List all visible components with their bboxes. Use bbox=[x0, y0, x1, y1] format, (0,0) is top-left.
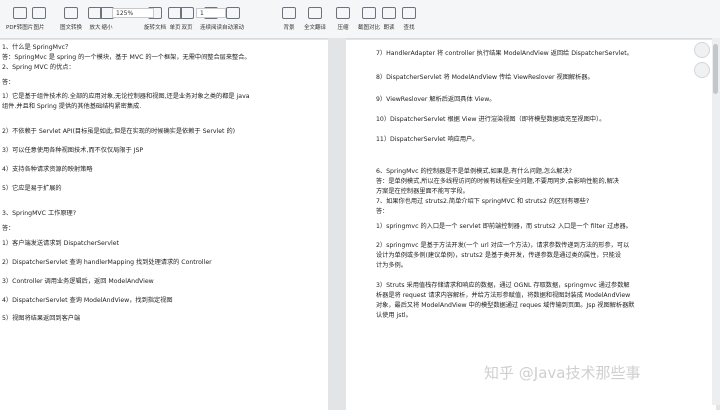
right-page-line: 方案是在控制器里面不能写字段。 bbox=[376, 188, 469, 195]
to-image-icon bbox=[32, 7, 46, 19]
left-page-line: 组件.并且和 Spring 提供的其他基础结构紧密集成. bbox=[2, 103, 142, 110]
left-page: 1、什么是 SpringMvc？ 答：SpringMvc 是 spring 的一个… bbox=[0, 40, 328, 410]
left-page-line: 4）DispatcherServlet 查询 ModelAndView，找到指定… bbox=[2, 297, 173, 304]
right-page-line: 对象，最后又将 ModelAndView 中的模型数据通过 reques 域传输… bbox=[376, 302, 635, 309]
toolbar-button-screenshot[interactable]: 截图对比 bbox=[358, 3, 380, 35]
right-page-line: 计为多例。 bbox=[376, 262, 407, 269]
right-page-line: 认使用 jstl。 bbox=[376, 312, 412, 319]
toolbar-button-label: 截图对比 bbox=[358, 25, 381, 31]
right-page-line: 11）DispatcherServlet 响应用户。 bbox=[376, 136, 479, 143]
toolbar-button-ocr[interactable]: 图文转换 bbox=[60, 3, 82, 35]
left-page-line: 5）它应是易于扩展的 bbox=[2, 185, 62, 192]
toolbar-button-label: 连续阅读 bbox=[200, 25, 223, 31]
screenshot-icon bbox=[362, 7, 376, 19]
toolbar-button-label: 全文翻译 bbox=[304, 25, 327, 31]
right-page-line: 答： bbox=[376, 208, 389, 215]
page-number-input[interactable]: 1 bbox=[196, 8, 226, 18]
right-page-line: 3）Struts 采用值栈存储请求和响应的数据，通过 OGNL 存取数据，spr… bbox=[376, 282, 630, 289]
right-page-line: 2）springmvc 是基于方法开发(一个 url 对应一个方法)，请求参数传… bbox=[376, 242, 630, 249]
toolbar-button-label: PDF转图片 bbox=[6, 25, 34, 31]
left-page-line: 4）支持各种请求资源的映射策略 bbox=[2, 166, 93, 173]
toolbar-button-label: 放大 bbox=[89, 25, 101, 31]
right-page-line: 10）DispatcherServlet 根据 View 进行渲染视图（即将模型… bbox=[376, 116, 606, 123]
double-icon bbox=[180, 7, 194, 19]
toolbar-button-label: 背景 bbox=[283, 25, 295, 31]
left-page-line: 3）Controller 调用业务逻辑后，返回 ModelAndView bbox=[2, 278, 154, 285]
toolbar-button-to-image[interactable]: 图片 bbox=[32, 3, 46, 35]
right-page: 7）HandlerAdapter 将 controller 执行结果 Model… bbox=[346, 40, 716, 410]
toolbar-button-label: 自动滚动 bbox=[222, 25, 245, 31]
compress-icon bbox=[336, 7, 350, 19]
toolbar-button-background[interactable]: 背景 bbox=[282, 3, 296, 35]
expand-icon[interactable] bbox=[694, 42, 710, 58]
ocr-icon bbox=[64, 7, 78, 19]
toolbar-button-label: 双页 bbox=[181, 25, 193, 31]
toolbar-button-label: 旋转文档 bbox=[144, 25, 167, 31]
right-page-line: 1）springmvc 的入口是一个 servlet 即前端控制器，而 stru… bbox=[376, 223, 632, 230]
toolbar-button-translate[interactable]: 全文翻译 bbox=[304, 3, 326, 35]
toolbar-button-pdf-to-word[interactable]: PDF转图片 bbox=[6, 3, 33, 35]
left-page-line: 答：SpringMvc 是 spring 的一个模块，基于 MVC 的一个框架，… bbox=[2, 54, 251, 61]
toolbar-button-compress[interactable]: 压缩 bbox=[336, 3, 350, 35]
left-page-line: 1、什么是 SpringMvc？ bbox=[2, 44, 72, 51]
right-page-line: 7、如果你也用过 struts2.简单介绍下 springMVC 和 strut… bbox=[376, 198, 590, 205]
toolbar-button-label: 查找 bbox=[403, 25, 415, 31]
left-page-line: 2）DispatcherServlet 查询 handlerMapping 找到… bbox=[2, 259, 212, 266]
left-page-line: 答： bbox=[2, 225, 15, 232]
left-page-line: 2）不依赖于 Servlet API(目标虽是如此,但是在实现的时候确实是依赖于… bbox=[2, 128, 236, 135]
right-page-line: 6、SpringMvc 的控制器是不是单例模式,如果是,有什么问题,怎么解决? bbox=[376, 168, 572, 175]
left-page-line: 答： bbox=[2, 79, 15, 86]
toolbar-button-label: 图文转换 bbox=[60, 25, 83, 31]
left-page-line: 3、SpringMVC 工作原理? bbox=[2, 210, 76, 217]
auto-scroll-icon bbox=[226, 7, 240, 19]
toolbar-button-label: 压缩 bbox=[337, 25, 349, 31]
translate-icon bbox=[308, 7, 322, 19]
watermark: 知乎 @Java技术那些事 bbox=[484, 364, 641, 382]
right-page-line: 8）DispatcherServlet 将 ModelAndView 传给 Vi… bbox=[376, 74, 594, 81]
right-page-line: 答：是单例模式,所以在多线程访问的时候有线程安全问题,不要用同步,会影响性能的,… bbox=[376, 178, 619, 185]
left-page-line: 5）视图将结果返回到客户端 bbox=[2, 315, 81, 322]
right-page-line: 7）HandlerAdapter 将 controller 执行结果 Model… bbox=[376, 50, 633, 57]
right-page-line: 9）ViewReslover 解析后返回具体 View。 bbox=[376, 96, 496, 103]
left-page-line: 2、Spring MVC 的优点： bbox=[2, 64, 75, 71]
find-icon bbox=[402, 7, 416, 19]
right-page-line: 析器是将 request 请求内容解析，并给方法形参赋值，将数据和视图封装成 M… bbox=[376, 292, 631, 299]
background-icon bbox=[282, 7, 296, 19]
toolbar-button-double[interactable]: 双页 bbox=[180, 3, 194, 35]
zoom-input[interactable]: 125% bbox=[112, 8, 154, 18]
page-gap bbox=[328, 38, 346, 405]
toolbar-button-label: 单页 bbox=[169, 25, 181, 31]
right-page-line: 设计为单例或多例(建议单例)，struts2 是基于类开发，传递参数是通过类的属… bbox=[376, 252, 622, 259]
scrollbar[interactable] bbox=[712, 38, 720, 405]
left-page-line: 3）可以任意使用各种视图技术,而不仅仅局限于 JSP bbox=[2, 147, 144, 154]
fit-icon[interactable] bbox=[694, 62, 710, 78]
toolbar-button-label: 缩小 bbox=[101, 25, 113, 31]
toolbar-button-label: 朗读 bbox=[383, 25, 395, 31]
toolbar-button-find[interactable]: 查找 bbox=[402, 3, 416, 35]
left-page-line: 1）客户端发送请求到 DispatcherServlet bbox=[2, 240, 120, 247]
toolbar-button-read[interactable]: 朗读 bbox=[382, 3, 396, 35]
toolbar: PDF转图片 图片 图文转换 放大 缩小 旋转文档 单页 双页 连续阅读 自动滚动 背景 全文翻译 压缩… bbox=[0, 0, 720, 39]
pdf-to-word-icon bbox=[12, 7, 27, 19]
left-page-line: 1）它是基于组件技术的.全部的应用对象,无论控制器和视图,还是业务对象之类的都是… bbox=[2, 93, 250, 100]
toolbar-button-label: 图片 bbox=[33, 25, 45, 31]
scrollbar-thumb[interactable] bbox=[713, 44, 718, 94]
read-icon bbox=[382, 7, 396, 19]
